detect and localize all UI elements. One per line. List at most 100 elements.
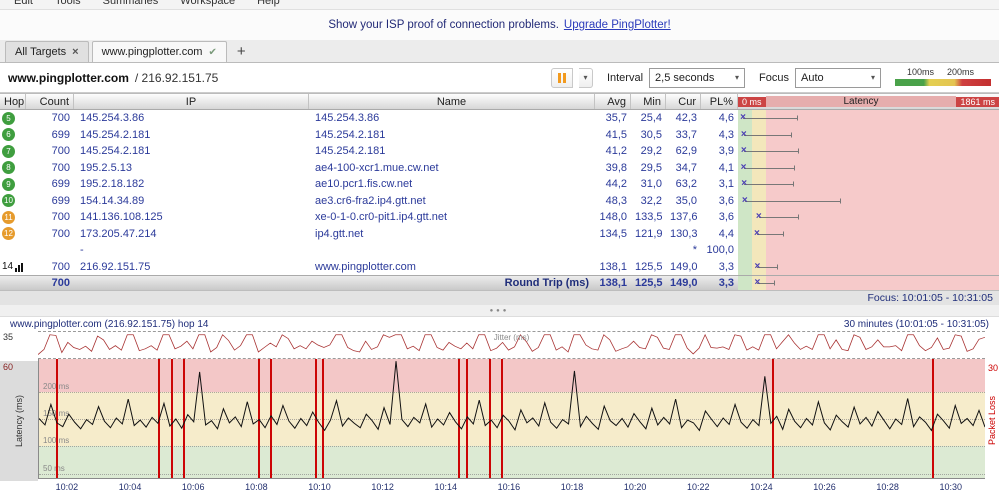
pause-icon (562, 72, 566, 83)
legend-gradient-bar (895, 78, 991, 86)
timeline-target-text: www.pingplotter.com (216.92.151.75) hop … (10, 318, 209, 330)
x-tick-label: 10:08 (245, 482, 268, 492)
table-row-hop-12[interactable]: 12 700 173.205.47.214 ip4.gtt.net 134,5 121,9… (0, 225, 999, 242)
min-cell: 29,2 (640, 145, 662, 158)
table-row-hop-10[interactable]: 10 699 154.14.34.89 ae3.cr6-fra2.ip4.gtt.ne… (0, 192, 999, 209)
latency-cell: × (738, 143, 999, 160)
table-row-hop-8[interactable]: 8 700 195.2.5.13 ae4-100-xcr1.mue.cw.net 39,… (0, 159, 999, 176)
upgrade-link[interactable]: Upgrade PingPlotter! (564, 19, 671, 31)
col-avg[interactable]: Avg (595, 94, 631, 109)
table-row-hop-14[interactable]: 14 700 216.92.151.75 www.pingplotter.com 138… (0, 258, 999, 275)
chevron-down-icon: ▾ (870, 73, 875, 82)
x-tick-label: 10:28 (876, 482, 899, 492)
packet-loss-axis-label: Packet Loss (987, 396, 997, 446)
avg-cell: 35,7 (605, 112, 627, 125)
whisker-end-tick (782, 231, 784, 237)
x-tick-label: 10:06 (181, 482, 205, 492)
menu-item-tools[interactable]: Tools (55, 0, 81, 7)
min-cell: 121,9 (635, 227, 663, 240)
whisker-end-tick (796, 115, 798, 121)
hop-cell: 7 (0, 144, 26, 158)
menu-item-edit[interactable]: Edit (14, 0, 33, 7)
x-tick-label: 10:12 (371, 482, 394, 492)
focus-range-text: Focus: 10:01:05 - 10:31:05 (867, 292, 993, 304)
time-axis: 10:02 10:04 10:06 10:08 10:10 10:12 10:14 10:16… (38, 479, 985, 497)
table-row-hop-5[interactable]: 5 700 145.254.3.86 145.254.3.86 35,7 25,4 42,3… (0, 110, 999, 127)
avg-cell: 48,3 (605, 194, 627, 207)
count-cell: 700 (51, 227, 70, 240)
ip-cell: 154.14.34.89 (80, 194, 145, 207)
avg-cell: 148,0 (599, 211, 627, 224)
new-tab-button[interactable]: + (230, 43, 253, 62)
hop-cell: 12 (0, 227, 26, 241)
min-cell: 29,5 (640, 161, 662, 174)
menu-item-help[interactable]: Help (257, 0, 280, 7)
latency-axis-max: 60 (3, 362, 14, 372)
focus-select[interactable]: Auto ▾ (795, 67, 881, 88)
jitter-strip: Jitter (ms) (38, 331, 985, 359)
x-tick-label: 10:22 (687, 482, 710, 492)
timeline-shown-icon (15, 262, 24, 272)
close-icon[interactable]: × (72, 46, 78, 58)
latency-scale-max: 1861 ms (956, 96, 999, 107)
latency-marker: × (740, 112, 746, 124)
hop-cell: 14 (0, 261, 26, 272)
menu-item-summaries[interactable]: Summaries (103, 0, 159, 7)
hop-cell: 10 (0, 194, 26, 208)
table-row-hop-6[interactable]: 6 699 145.254.2.181 145.254.2.181 41,5 30,5 33… (0, 126, 999, 143)
cur-cell: 63,2 (675, 178, 697, 191)
avg-cell: 41,2 (605, 145, 627, 158)
latency-cell: × (738, 258, 999, 275)
interval-select[interactable]: 2,5 seconds ▾ (649, 67, 746, 88)
avg-cell: 138,1 (599, 277, 627, 289)
menu-item-workspace[interactable]: Workspace (180, 0, 235, 7)
table-row-hop-9[interactable]: 9 699 195.2.18.182 ae10.pcr1.fis.cw.net 44,2… (0, 176, 999, 193)
col-min[interactable]: Min (631, 94, 666, 109)
whisker-end-tick (798, 148, 800, 154)
latency-cell: × (738, 176, 999, 193)
tab-all-targets[interactable]: All Targets × (5, 41, 89, 62)
x-tick-label: 10:04 (118, 482, 142, 492)
pause-button[interactable] (550, 67, 573, 88)
whisker-end-tick (794, 165, 796, 171)
whisker-end-tick (791, 132, 793, 138)
x-tick-label: 10:14 (434, 482, 457, 492)
x-tick-label: 10:02 (55, 482, 79, 492)
latency-cell: × (738, 126, 999, 143)
latency-marker: × (740, 161, 747, 173)
whisker-end-tick (792, 181, 794, 187)
latency-marker: × (753, 227, 760, 239)
count-cell: 699 (51, 128, 70, 141)
splitter-dots: ●●● (489, 307, 510, 314)
left-axis-gutter: Latency (ms) (0, 361, 38, 481)
latency-cell: × (738, 159, 999, 176)
name-cell: xe-0-1-0.cr0-pit1.ip4.gtt.net (315, 211, 448, 224)
splitter-handle[interactable]: ●●● (0, 305, 999, 316)
col-ip[interactable]: IP (74, 94, 309, 109)
table-row-hop-7[interactable]: 7 700 145.254.2.181 145.254.2.181 41,2 29,2 62… (0, 143, 999, 160)
col-hop[interactable]: Hop (0, 94, 26, 109)
interval-label: Interval (606, 71, 644, 84)
hop-badge: 6 (2, 128, 15, 142)
pause-dropdown-button[interactable]: ▾ (578, 67, 593, 88)
name-cell: ip4.gtt.net (315, 227, 364, 240)
whisker-end-tick (798, 214, 800, 220)
latency-whisker (744, 200, 841, 202)
table-row-hop-11[interactable]: 11 700 141.136.108.125 xe-0-1-0.cr0-pit1.ip… (0, 209, 999, 226)
col-cur[interactable]: Cur (666, 94, 701, 109)
x-tick-label: 10:16 (497, 482, 521, 492)
col-pl[interactable]: PL% (701, 94, 738, 109)
x-tick-label: 10:10 (308, 482, 331, 492)
packet-loss-cell: 3,6 (718, 194, 734, 207)
tab-pingplotter[interactable]: www.pingplotter.com ✔ (91, 41, 227, 62)
col-count[interactable]: Count (26, 94, 74, 109)
latency-timeline-graph[interactable]: 200 ms 150 ms 100 ms 50 ms (38, 359, 985, 479)
table-row-hop-13[interactable]: - * 100,0 (0, 242, 999, 259)
latency-cell: × (738, 209, 999, 226)
ip-cell: 173.205.47.214 (80, 227, 157, 240)
ip-cell: 145.254.2.181 (80, 128, 151, 141)
packet-loss-cell: 4,6 (718, 112, 734, 125)
min-cell: 125,5 (635, 260, 663, 273)
col-name[interactable]: Name (309, 94, 595, 109)
hop-number: 14 (2, 261, 14, 273)
